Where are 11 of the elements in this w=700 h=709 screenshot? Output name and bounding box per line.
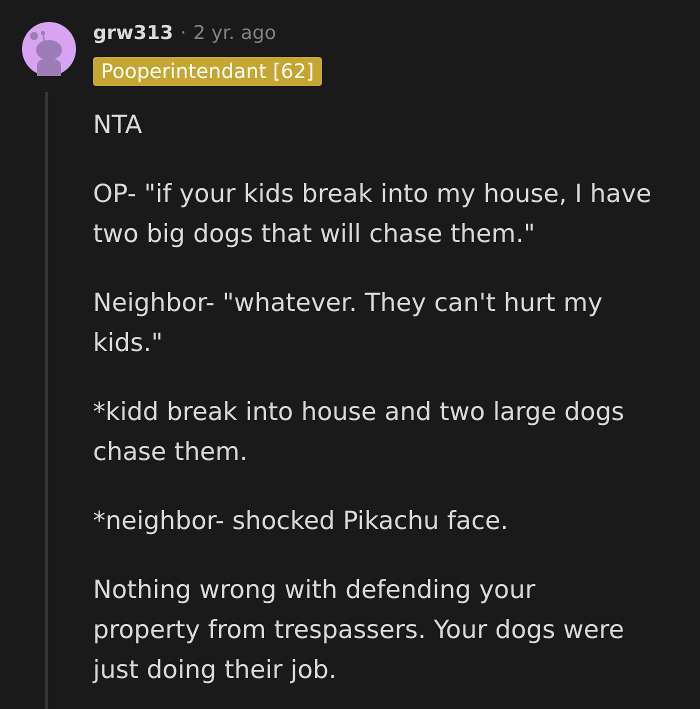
avatar-icon xyxy=(22,22,76,76)
username[interactable]: grw313 xyxy=(93,19,174,47)
separator: · xyxy=(180,21,186,46)
user-flair: Pooperintendant [62] xyxy=(93,57,322,86)
comment-paragraph: *kidd break into house and two large dogs chase them. xyxy=(93,396,626,468)
comment-paragraph: OP- "if your kids break into my house, I have two big dogs that will chase them." xyxy=(93,178,652,250)
comment-paragraph: NTA xyxy=(93,109,144,141)
comment-paragraph: *neighbor- shocked Pikachu face. xyxy=(93,505,510,537)
timestamp: 2 yr. ago xyxy=(193,21,276,46)
comment-paragraph: Nothing wrong with defending your property from trespassers. Your dogs were just doing their job. xyxy=(93,574,626,686)
comment-paragraph: Neighbor- "whatever. They can't hurt my kids." xyxy=(93,287,604,359)
